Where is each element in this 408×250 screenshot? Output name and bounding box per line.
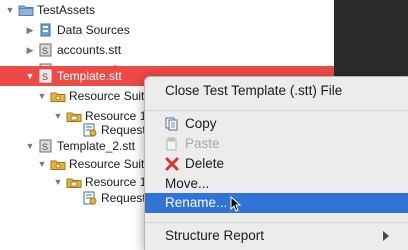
tree-item-label: TestAssets <box>37 3 96 17</box>
paste-icon <box>166 137 177 151</box>
tree-item-testassets[interactable]: ▼ TestAssets <box>0 0 334 20</box>
context-menu: Close Test Template (.stt) File Copy Pas… <box>144 76 408 250</box>
request-icon <box>83 191 97 205</box>
folder-icon <box>18 5 34 16</box>
menu-separator <box>145 222 408 223</box>
menu-item-delete[interactable]: Delete <box>145 154 408 174</box>
expand-toggle-icon[interactable]: ▼ <box>52 176 64 188</box>
tree-item-label: Resource Suite <box>69 89 152 103</box>
svg-text:S: S <box>42 142 48 152</box>
tree-item-label: Template_2.stt <box>57 139 136 153</box>
expand-toggle-icon[interactable]: ▼ <box>36 158 48 170</box>
menu-item-paste: Paste <box>145 134 408 154</box>
tree-item-label: accounts.stt <box>57 43 122 57</box>
tree-item-label: Request <box>101 191 146 205</box>
menu-item-copy[interactable]: Copy <box>145 114 408 134</box>
submenu-arrow-icon <box>383 231 389 241</box>
expand-toggle-icon[interactable]: ▼ <box>36 90 48 102</box>
copy-icon <box>165 117 178 131</box>
tree-item-accounts-stt[interactable]: ▶ S accounts.stt <box>0 40 334 60</box>
menu-item-rename[interactable]: Rename... <box>145 193 408 213</box>
tree-item-label: Data Sources <box>57 23 130 37</box>
resource-suite-icon <box>50 92 66 102</box>
stt-file-icon: S <box>39 139 52 153</box>
stt-file-icon: S <box>39 43 52 57</box>
menu-item-structure-report[interactable]: Structure Report <box>145 226 408 246</box>
expand-toggle-icon[interactable]: ▼ <box>24 70 36 82</box>
tree-item-label: Resource Suite <box>69 157 152 171</box>
expand-toggle-icon[interactable]: ▶ <box>24 44 36 56</box>
svg-text:S: S <box>42 72 48 82</box>
delete-icon <box>165 157 179 171</box>
expand-toggle-icon[interactable]: ▼ <box>4 4 16 16</box>
data-source-icon <box>40 23 51 37</box>
menu-item-move[interactable]: Move... <box>145 174 408 194</box>
expand-toggle-icon[interactable]: ▼ <box>24 140 36 152</box>
resource-suite-icon <box>50 160 66 170</box>
tree-item-label: Template.stt <box>57 69 122 83</box>
menu-separator <box>145 110 408 111</box>
expand-toggle-icon[interactable]: ▶ <box>24 24 36 36</box>
menu-item-close-file[interactable]: Close Test Template (.stt) File <box>145 80 408 102</box>
stt-file-icon: S <box>39 69 52 83</box>
mouse-pointer-icon <box>230 196 242 212</box>
tree-item-data-sources[interactable]: ▶ Data Sources <box>0 20 334 40</box>
svg-text:S: S <box>42 46 48 56</box>
